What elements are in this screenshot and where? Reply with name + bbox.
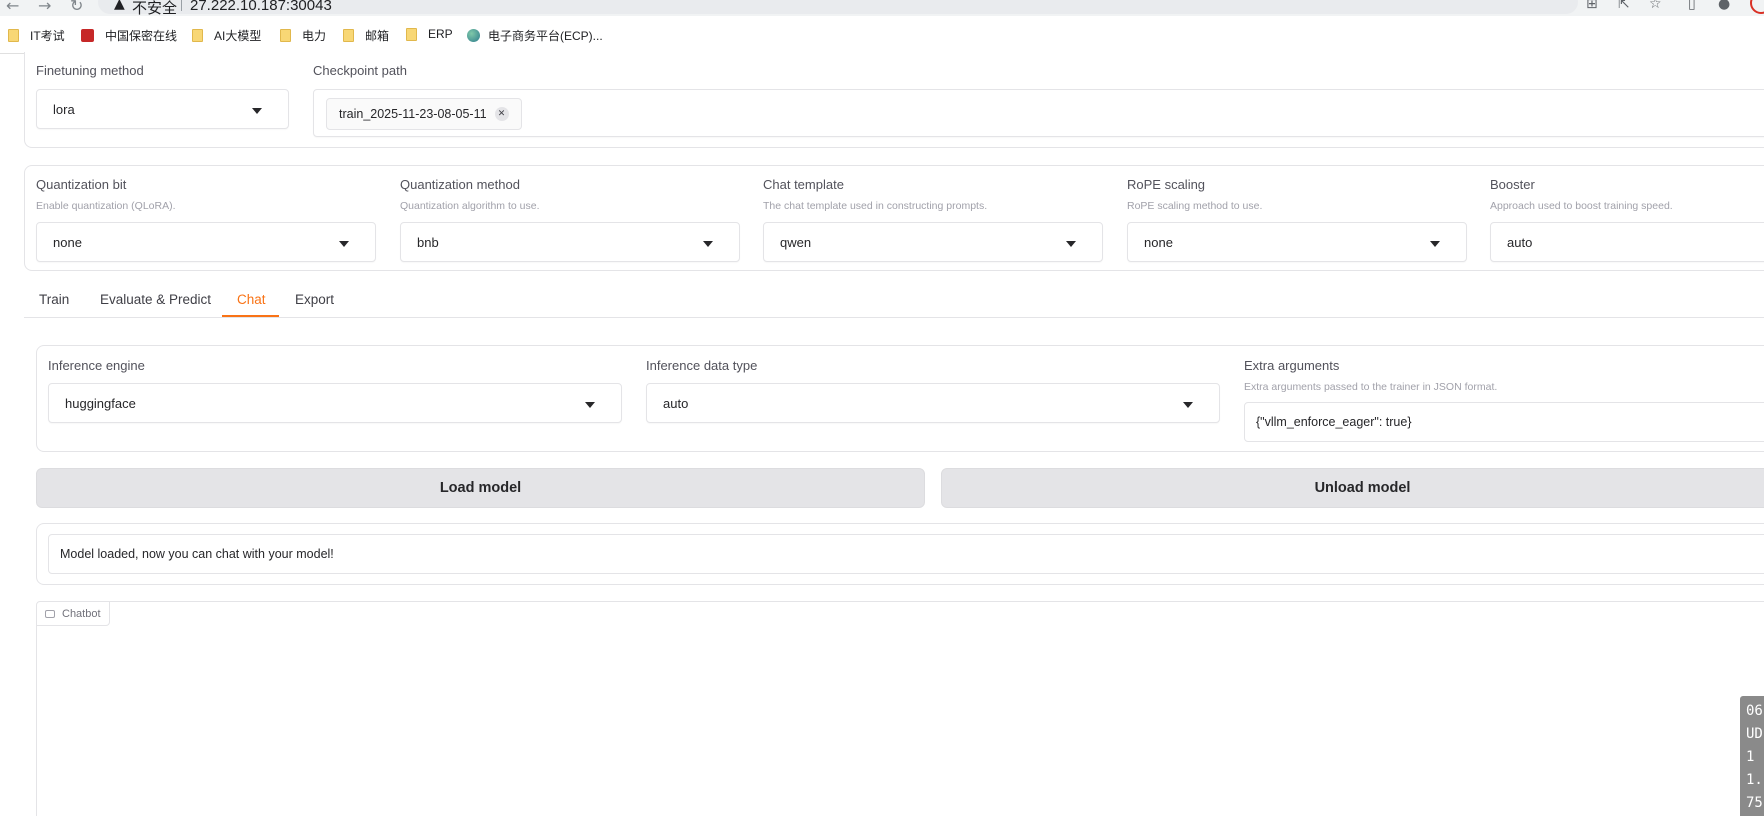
chatbot-panel[interactable]	[36, 601, 1764, 816]
warning-icon: ▲	[114, 0, 125, 12]
bookmark-it-exam[interactable]: IT考试	[8, 27, 65, 44]
extra-arguments-label: Extra arguments	[1244, 358, 1340, 373]
inference-dtype-label: Inference data type	[646, 358, 758, 373]
unload-model-button[interactable]: Unload model	[941, 468, 1764, 508]
finetuning-method-label: Finetuning method	[36, 63, 144, 78]
checkpoint-path-label: Checkpoint path	[313, 63, 407, 78]
chat-template-info: The chat template used in constructing p…	[763, 200, 988, 212]
quantization-bit-label: Quantization bit	[36, 177, 127, 192]
translate-icon[interactable]: ⊞	[1586, 0, 1598, 12]
chevron-down-icon	[339, 241, 349, 247]
folder-icon	[406, 27, 417, 41]
terminal-line: 1.	[1746, 772, 1763, 788]
extra-arguments-info: Extra arguments passed to the trainer in…	[1244, 381, 1498, 393]
active-tab-indicator	[222, 315, 279, 317]
quantization-bit-dropdown[interactable]: none	[36, 222, 376, 262]
terminal-line: 1	[1746, 749, 1755, 765]
chevron-down-icon	[703, 241, 713, 247]
folder-icon	[8, 29, 19, 42]
chat-bubble-icon	[45, 609, 55, 618]
back-icon[interactable]: ←	[6, 0, 19, 15]
address-bar-area: ← → ↻ ▲ 不安全 27.222.10.187:30043 ⊞ ⇱ ☆ ▯ …	[0, 0, 1764, 17]
bookmark-ai-models[interactable]: AI大模型	[192, 27, 261, 44]
bookmark-erp[interactable]: ERP	[406, 27, 453, 41]
bookmark-ecp[interactable]: 电子商务平台(ECP)...	[467, 27, 603, 44]
chevron-down-icon	[252, 108, 262, 114]
bookmark-power[interactable]: 电力	[280, 27, 326, 44]
bookmarks-bar: IT考试 中国保密在线 AI大模型 电力 邮箱 ERP 电子商务平台(ECP).…	[0, 16, 1764, 54]
chat-template-dropdown[interactable]: qwen	[763, 222, 1103, 262]
inference-engine-value: huggingface	[65, 396, 136, 411]
folder-icon	[280, 29, 291, 42]
chat-template-label: Chat template	[763, 177, 844, 192]
terminal-line: UD	[1746, 726, 1763, 742]
chatbot-label-text: Chatbot	[62, 607, 101, 620]
profile-icon[interactable]: ●	[1718, 0, 1730, 12]
tab-chat[interactable]: Chat	[237, 292, 266, 307]
terminal-overlay: 06 UD 1 1. 75	[1740, 696, 1764, 816]
star-icon[interactable]: ☆	[1649, 0, 1662, 12]
inference-dtype-dropdown[interactable]: auto	[646, 383, 1220, 423]
share-icon[interactable]: ⇱	[1618, 0, 1630, 12]
info-box: Model loaded, now you can chat with your…	[48, 534, 1764, 574]
inference-dtype-value: auto	[663, 396, 689, 411]
chevron-down-icon	[1430, 241, 1440, 247]
inference-engine-label: Inference engine	[48, 358, 145, 373]
chevron-down-icon	[1183, 402, 1193, 408]
booster-dropdown[interactable]: auto	[1490, 222, 1764, 262]
folder-icon	[343, 29, 354, 42]
booster-info: Approach used to boost training speed.	[1490, 200, 1673, 212]
url-separator	[181, 0, 182, 11]
bookmark-mail[interactable]: 邮箱	[343, 27, 389, 44]
sidebar-icon[interactable]: ▯	[1688, 0, 1696, 12]
load-model-button[interactable]: Load model	[36, 468, 925, 508]
booster-label: Booster	[1490, 177, 1535, 192]
quantization-method-label: Quantization method	[400, 177, 520, 192]
avatar[interactable]	[1750, 0, 1764, 14]
rope-scaling-dropdown[interactable]: none	[1127, 222, 1467, 262]
tab-evaluate-predict[interactable]: Evaluate & Predict	[100, 292, 211, 307]
rope-scaling-label: RoPE scaling	[1127, 177, 1206, 192]
chatbot-label: Chatbot	[36, 601, 110, 626]
close-icon[interactable]: ✕	[494, 107, 509, 121]
finetuning-method-value: lora	[53, 102, 75, 117]
quantization-method-value: bnb	[417, 235, 439, 250]
url-text[interactable]: 27.222.10.187:30043	[190, 0, 332, 14]
bookmark-secrecy[interactable]: 中国保密在线	[81, 27, 177, 44]
checkpoint-chip-label: train_2025-11-23-08-05-11	[339, 107, 487, 121]
finetuning-method-dropdown[interactable]: lora	[36, 89, 289, 129]
inference-engine-dropdown[interactable]: huggingface	[48, 383, 622, 423]
reload-icon[interactable]: ↻	[70, 0, 83, 15]
extra-arguments-input[interactable]: {"vllm_enforce_eager": true}	[1244, 402, 1764, 442]
rope-scaling-value: none	[1144, 235, 1173, 250]
seal-icon	[81, 29, 94, 42]
chevron-down-icon	[1066, 241, 1076, 247]
terminal-line: 06	[1746, 703, 1763, 719]
checkpoint-path-multiselect[interactable]	[313, 89, 1764, 137]
quantization-bit-info: Enable quantization (QLoRA).	[36, 200, 176, 212]
checkpoint-chip[interactable]: train_2025-11-23-08-05-11 ✕	[326, 98, 522, 130]
browser-window: ← → ↻ ▲ 不安全 27.222.10.187:30043 ⊞ ⇱ ☆ ▯ …	[0, 0, 1764, 816]
forward-icon[interactable]: →	[38, 0, 51, 15]
globe-icon	[467, 29, 480, 42]
terminal-line: 75	[1746, 795, 1763, 811]
folder-icon	[192, 29, 203, 42]
tab-export[interactable]: Export	[295, 292, 334, 307]
quantization-method-info: Quantization algorithm to use.	[400, 200, 540, 212]
quantization-bit-value: none	[53, 235, 82, 250]
rope-scaling-info: RoPE scaling method to use.	[1127, 200, 1263, 212]
quantization-method-dropdown[interactable]: bnb	[400, 222, 740, 262]
chat-template-value: qwen	[780, 235, 812, 250]
chevron-down-icon	[585, 402, 595, 408]
tab-bar: Train Evaluate & Predict Chat Export	[24, 286, 1764, 318]
booster-value: auto	[1507, 235, 1533, 250]
tab-train[interactable]: Train	[39, 292, 69, 307]
